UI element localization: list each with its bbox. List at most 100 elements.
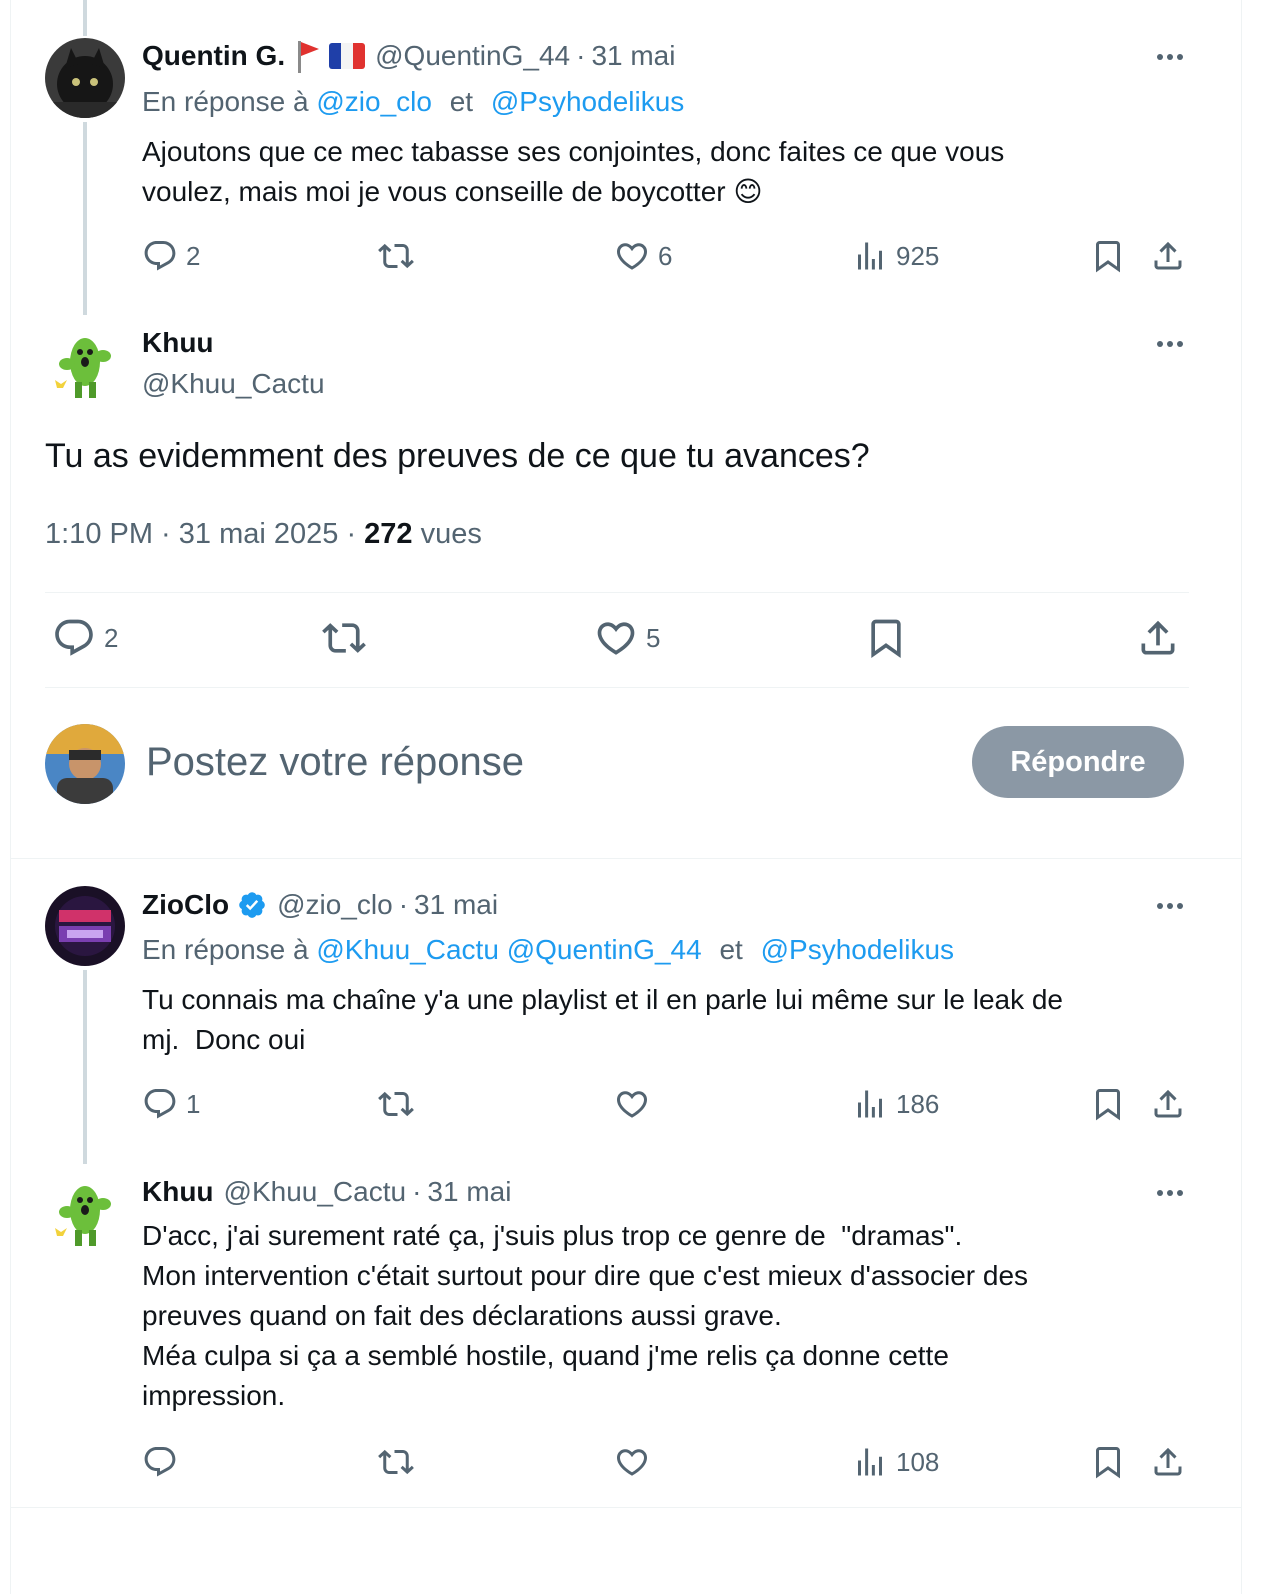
bookmark-icon [1090,1086,1126,1122]
like-button[interactable]: 5 [594,616,660,660]
reply-icon [142,1086,178,1122]
bookmark-icon [1090,1444,1126,1480]
tweet-text-line: Méa culpa si ça a semblé hostile, quand … [142,1340,949,1371]
share-icon [1136,616,1180,660]
mention-link[interactable]: @Psyhodelikus [761,934,954,965]
tweet-time[interactable]: 31 mai [591,40,675,72]
tweet-time[interactable]: 31 mai [427,1176,511,1208]
views-icon [852,1086,888,1122]
user-handle[interactable]: @zio_clo [277,889,393,921]
tweet-header-quentin: Quentin G. @QuentinG_44 · 31 mai [142,36,675,76]
retweet-icon [378,1086,414,1122]
share-button[interactable] [1150,238,1186,274]
reply-and: et [449,86,474,117]
like-count: 6 [658,240,673,271]
share-icon [1150,1444,1186,1480]
bookmark-button[interactable] [1090,1444,1126,1480]
reply-button[interactable]: 2 [52,616,118,660]
mention-link[interactable]: @Khuu_Cactu [316,934,499,965]
main-tweet-text: Tu as evidemment des preuves de ce que t… [45,437,870,475]
reply-count: 2 [104,622,119,653]
user-handle[interactable]: @Khuu_Cactu [224,1176,407,1208]
views-number: 272 [364,518,413,550]
views-count: 108 [896,1446,940,1477]
more-icon[interactable] [1150,891,1190,921]
tweet-time[interactable]: 31 mai [414,889,498,921]
bookmark-button[interactable] [1090,238,1126,274]
more-icon[interactable] [1150,1178,1190,1208]
reply-compose-input[interactable]: Postez votre réponse [146,736,926,788]
divider [10,1507,1242,1508]
like-button[interactable] [614,1086,650,1122]
reply-button[interactable] [142,1444,178,1480]
views-count: 186 [896,1088,940,1119]
reply-count: 2 [186,240,201,271]
thread-line-top [83,0,87,36]
more-icon[interactable] [1150,42,1190,72]
avatar-current-user[interactable] [45,724,125,804]
tweet-timestamp[interactable]: 1:10 PM · 31 mai 2025 · [45,518,364,550]
reply-submit-button[interactable]: Répondre [972,726,1184,798]
reply-icon [142,238,178,274]
share-button[interactable] [1150,1086,1186,1122]
display-name[interactable]: ZioClo [142,889,229,921]
divider [10,858,1242,859]
tweet-header-zioclo: ZioClo @zio_clo · 31 mai [142,885,498,925]
display-name[interactable]: Quentin G. [142,40,285,72]
reply-icon [142,1444,178,1480]
bookmark-icon [1090,238,1126,274]
avatar-quentin[interactable] [45,38,125,118]
retweet-icon [378,238,414,274]
tweet-text-line: D'acc, j'ai surement raté ça, j'suis plu… [142,1220,963,1251]
tweet-text-line: Mon intervention c'était surtout pour di… [142,1260,1029,1291]
retweet-button[interactable] [378,1086,414,1122]
tweet-text-line: Tu connais ma chaîne y'a une playlist et… [142,984,1064,1015]
reply-button[interactable]: 2 [142,238,200,274]
main-tweet-meta: 1:10 PM · 31 mai 2025 · 272 vues [45,518,482,551]
reply-context: En réponse à @zio_clo et @Psyhodelikus [142,86,684,118]
avatar-khuu[interactable] [45,324,125,404]
like-button[interactable] [614,1444,650,1480]
views-button[interactable]: 925 [852,238,939,274]
like-button[interactable]: 6 [614,238,672,274]
share-button[interactable] [1136,616,1180,660]
bookmark-button[interactable] [1090,1086,1126,1122]
like-icon [614,238,650,274]
bookmark-button[interactable] [864,616,908,660]
tweet-text-line: mj. Donc oui [142,1024,306,1055]
display-name[interactable]: Khuu [142,327,214,359]
views-count: 925 [896,240,940,271]
reply-button[interactable]: 1 [142,1086,200,1122]
mention-link[interactable]: @zio_clo [316,86,432,117]
tweet-text-line: Ajoutons que ce mec tabasse ses conjoint… [142,136,1005,167]
tweet-header-khuu-reply: Khuu @Khuu_Cactu · 31 mai [142,1172,511,1212]
avatar-zioclo[interactable] [45,886,125,966]
retweet-button[interactable] [322,616,366,660]
like-icon [594,616,638,660]
user-handle[interactable]: @Khuu_Cactu [142,368,325,400]
views-button[interactable]: 186 [852,1086,939,1122]
verified-badge-icon [239,892,265,918]
mention-link[interactable]: @QuentinG_44 [507,934,702,965]
reply-and: et [719,934,743,965]
share-button[interactable] [1150,1444,1186,1480]
divider [45,687,1189,688]
main-tweet-handle: @Khuu_Cactu [142,364,325,404]
user-handle[interactable]: @QuentinG_44 [375,40,570,72]
reply-count: 1 [186,1088,201,1119]
more-icon[interactable] [1150,329,1190,359]
views-label: vues [412,518,482,550]
retweet-button[interactable] [378,238,414,274]
avatar-khuu[interactable] [45,1172,125,1252]
views-icon [852,1444,888,1480]
main-tweet-name: Khuu [142,323,214,363]
views-button[interactable]: 108 [852,1444,939,1480]
share-icon [1150,1086,1186,1122]
separator-dot: · [412,1176,422,1207]
like-icon [614,1444,650,1480]
tweet-text: D'acc, j'ai surement raté ça, j'suis plu… [142,1216,1182,1416]
retweet-button[interactable] [378,1444,414,1480]
reply-context: En réponse à @Khuu_Cactu @QuentinG_44 et… [142,934,954,966]
mention-link[interactable]: @Psyhodelikus [491,86,684,117]
display-name[interactable]: Khuu [142,1176,214,1208]
